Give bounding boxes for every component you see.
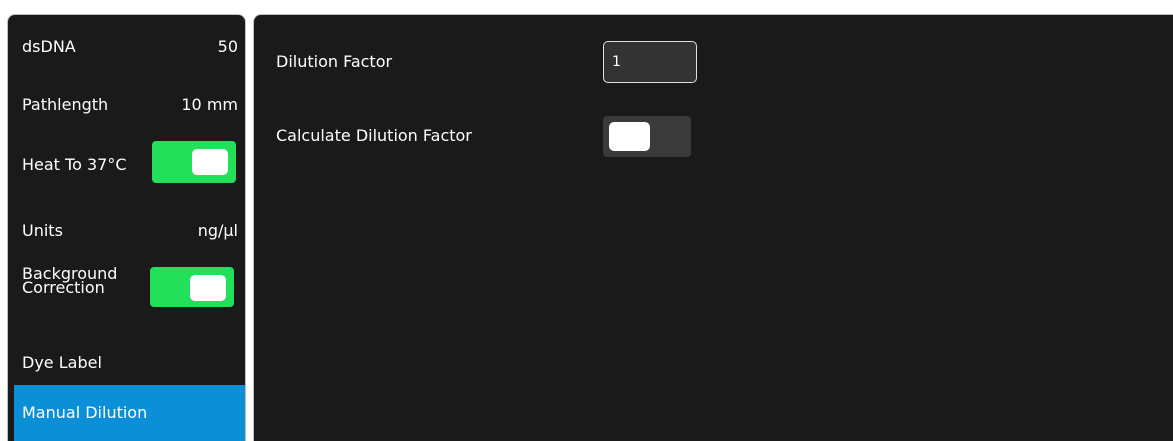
background-correction-label: Background Correction — [22, 266, 142, 297]
sample-type-value: 50 — [217, 37, 238, 56]
dilution-factor-label: Dilution Factor — [276, 52, 393, 71]
heat-toggle-knob — [192, 149, 228, 175]
dilution-factor-input[interactable] — [603, 41, 697, 83]
background-correction-toggle-knob — [190, 275, 226, 301]
pathlength-label: Pathlength — [22, 95, 109, 114]
heat-toggle[interactable] — [152, 141, 236, 183]
units-label: Units — [22, 221, 63, 240]
calculate-dilution-factor-toggle[interactable] — [603, 116, 691, 157]
manual-dilution-label: Manual Dilution — [22, 403, 148, 422]
sidebar-item-heat: Heat To 37°C — [14, 133, 240, 191]
dye-label-label: Dye Label — [22, 353, 102, 372]
settings-sidebar: dsDNA 50 Pathlength 10 mm Heat To 37°C U… — [7, 14, 246, 441]
sidebar-item-pathlength[interactable]: Pathlength 10 mm — [14, 73, 240, 131]
background-correction-label-line2: Correction — [22, 278, 105, 297]
sidebar-item-dye-label[interactable]: Dye Label — [14, 343, 240, 383]
calculate-dilution-factor-toggle-knob — [609, 122, 650, 151]
sample-type-label: dsDNA — [22, 37, 76, 56]
sidebar-item-manual-dilution[interactable]: Manual Dilution — [14, 385, 245, 441]
top-strip — [0, 0, 1173, 8]
background-correction-toggle[interactable] — [150, 267, 234, 307]
sidebar-item-background-correction: Background Correction — [14, 261, 240, 321]
heat-label: Heat To 37°C — [22, 155, 127, 174]
calculate-dilution-factor-label: Calculate Dilution Factor — [276, 126, 472, 145]
sidebar-item-sample-type[interactable]: dsDNA 50 — [14, 15, 240, 73]
sidebar-item-units[interactable]: Units ng/µl — [14, 205, 240, 259]
units-value: ng/µl — [197, 221, 238, 240]
manual-dilution-panel: Dilution Factor Calculate Dilution Facto… — [253, 14, 1173, 441]
pathlength-value: 10 mm — [181, 95, 238, 114]
